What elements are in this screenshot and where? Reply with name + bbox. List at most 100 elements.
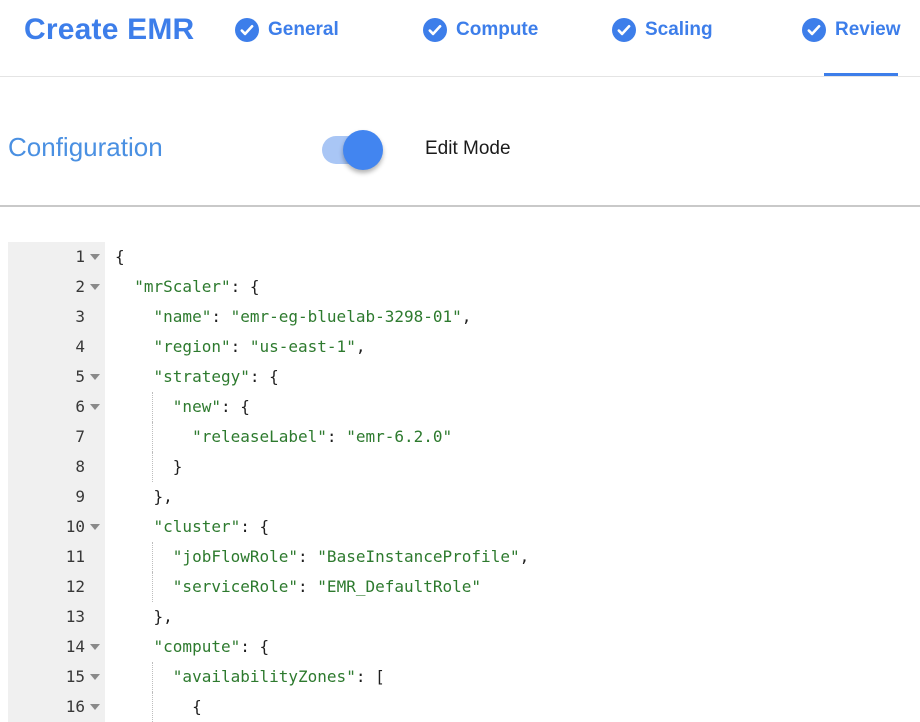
code-cell[interactable]: "new": {	[105, 392, 920, 422]
line-number: 6	[8, 392, 85, 422]
fold-cell	[85, 662, 105, 692]
gutter: 5	[8, 362, 105, 392]
gutter: 12	[8, 572, 105, 602]
fold-toggle-icon[interactable]	[90, 284, 100, 290]
fold-toggle-icon[interactable]	[90, 254, 100, 260]
code-line[interactable]: 1{	[8, 242, 920, 272]
code-line-text[interactable]: "availabilityZones": [	[115, 662, 920, 692]
code-line[interactable]: 10 "cluster": {	[8, 512, 920, 542]
code-line-text[interactable]: "region": "us-east-1",	[115, 332, 920, 362]
page-title: Create EMR	[24, 13, 194, 47]
code-cell[interactable]: "availabilityZones": [	[105, 662, 920, 692]
step-general[interactable]: General	[235, 17, 339, 43]
code-line-text[interactable]: "releaseLabel": "emr-6.2.0"	[115, 422, 920, 452]
step-review[interactable]: Review	[802, 17, 900, 43]
code-editor[interactable]: 1{2 "mrScaler": {3 "name": "emr-eg-bluel…	[8, 242, 920, 722]
code-line-text[interactable]: "compute": {	[115, 632, 920, 662]
code-line[interactable]: 9 },	[8, 482, 920, 512]
code-line-text[interactable]: },	[115, 482, 920, 512]
code-cell[interactable]: "releaseLabel": "emr-6.2.0"	[105, 422, 920, 452]
indent-guide	[152, 542, 153, 572]
code-line[interactable]: 11 "jobFlowRole": "BaseInstanceProfile",	[8, 542, 920, 572]
indent-guide	[152, 452, 153, 482]
fold-toggle-icon[interactable]	[90, 404, 100, 410]
gutter: 9	[8, 482, 105, 512]
line-number: 2	[8, 272, 85, 302]
step-completed-icon	[802, 18, 826, 42]
code-cell[interactable]: "serviceRole": "EMR_DefaultRole"	[105, 572, 920, 602]
code-line[interactable]: 7 "releaseLabel": "emr-6.2.0"	[8, 422, 920, 452]
code-line-text[interactable]: "new": {	[115, 392, 920, 422]
line-number: 1	[8, 242, 85, 272]
gutter: 6	[8, 392, 105, 422]
fold-toggle-icon[interactable]	[90, 704, 100, 710]
code-line-text[interactable]: "name": "emr-eg-bluelab-3298-01",	[115, 302, 920, 332]
code-line[interactable]: 4 "region": "us-east-1",	[8, 332, 920, 362]
section-title: Configuration	[8, 132, 163, 163]
fold-cell	[85, 272, 105, 302]
code-line-text[interactable]: {	[115, 242, 920, 272]
step-completed-icon	[612, 18, 636, 42]
code-line-text[interactable]: "strategy": {	[115, 362, 920, 392]
code-line-text[interactable]: "jobFlowRole": "BaseInstanceProfile",	[115, 542, 920, 572]
code-cell[interactable]: "jobFlowRole": "BaseInstanceProfile",	[105, 542, 920, 572]
code-cell[interactable]: "region": "us-east-1",	[105, 332, 920, 362]
fold-cell	[85, 332, 105, 362]
code-cell[interactable]: {	[105, 242, 920, 272]
code-line-text[interactable]: "cluster": {	[115, 512, 920, 542]
code-line-text[interactable]: },	[115, 602, 920, 632]
code-cell[interactable]: "compute": {	[105, 632, 920, 662]
fold-toggle-icon[interactable]	[90, 674, 100, 680]
step-scaling[interactable]: Scaling	[612, 17, 713, 43]
line-number: 9	[8, 482, 85, 512]
indent-guide	[152, 392, 153, 422]
fold-cell	[85, 452, 105, 482]
code-line[interactable]: 3 "name": "emr-eg-bluelab-3298-01",	[8, 302, 920, 332]
line-number: 12	[8, 572, 85, 602]
code-cell[interactable]: }	[105, 452, 920, 482]
code-line[interactable]: 14 "compute": {	[8, 632, 920, 662]
step-completed-icon	[235, 18, 259, 42]
code-line[interactable]: 16 {	[8, 692, 920, 722]
step-label: Compute	[456, 19, 538, 41]
code-line[interactable]: 15 "availabilityZones": [	[8, 662, 920, 692]
edit-mode-toggle[interactable]	[322, 136, 378, 164]
fold-toggle-icon[interactable]	[90, 374, 100, 380]
code-line[interactable]: 8 }	[8, 452, 920, 482]
gutter: 7	[8, 422, 105, 452]
fold-cell	[85, 692, 105, 722]
gutter: 13	[8, 602, 105, 632]
line-number: 3	[8, 302, 85, 332]
toggle-knob-icon	[343, 130, 383, 170]
code-line[interactable]: 6 "new": {	[8, 392, 920, 422]
line-number: 4	[8, 332, 85, 362]
code-line-text[interactable]: "mrScaler": {	[115, 272, 920, 302]
fold-cell	[85, 512, 105, 542]
code-cell[interactable]: "strategy": {	[105, 362, 920, 392]
fold-cell	[85, 362, 105, 392]
code-line[interactable]: 12 "serviceRole": "EMR_DefaultRole"	[8, 572, 920, 602]
code-cell[interactable]: },	[105, 482, 920, 512]
step-compute[interactable]: Compute	[423, 17, 538, 43]
code-line[interactable]: 2 "mrScaler": {	[8, 272, 920, 302]
code-cell[interactable]: },	[105, 602, 920, 632]
code-cell[interactable]: "cluster": {	[105, 512, 920, 542]
code-cell[interactable]: "name": "emr-eg-bluelab-3298-01",	[105, 302, 920, 332]
fold-toggle-icon[interactable]	[90, 524, 100, 530]
line-number: 7	[8, 422, 85, 452]
code-line-text[interactable]: "serviceRole": "EMR_DefaultRole"	[115, 572, 920, 602]
code-line-text[interactable]: }	[115, 452, 920, 482]
fold-cell	[85, 422, 105, 452]
fold-toggle-icon[interactable]	[90, 644, 100, 650]
code-cell[interactable]: "mrScaler": {	[105, 272, 920, 302]
code-line[interactable]: 5 "strategy": {	[8, 362, 920, 392]
fold-cell	[85, 542, 105, 572]
line-number: 14	[8, 632, 85, 662]
code-line[interactable]: 13 },	[8, 602, 920, 632]
code-line-text[interactable]: {	[115, 692, 920, 722]
line-number: 13	[8, 602, 85, 632]
fold-cell	[85, 302, 105, 332]
fold-cell	[85, 392, 105, 422]
wizard-header: Create EMR General Compute Scaling Revie…	[0, 0, 920, 77]
code-cell[interactable]: {	[105, 692, 920, 722]
